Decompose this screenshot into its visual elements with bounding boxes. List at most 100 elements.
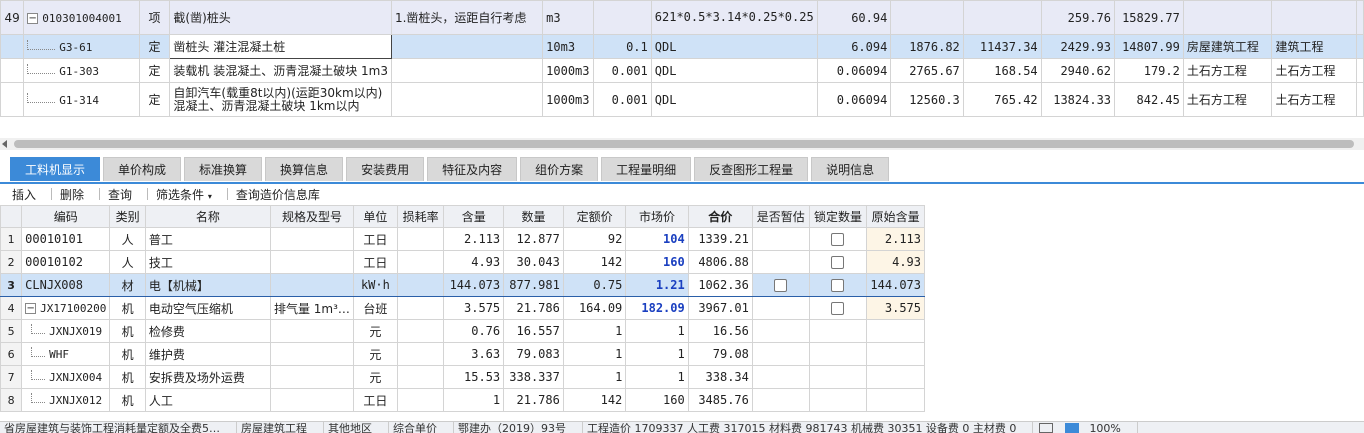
res-estimated (751, 273, 810, 297)
tab-pricing-plan[interactable]: 组价方案 (520, 157, 599, 181)
collapse-icon[interactable]: − (25, 303, 37, 314)
col-header-category[interactable]: 类别 (109, 205, 146, 228)
col-header-lock-qty[interactable]: 锁定数量 (808, 205, 868, 228)
collapse-icon[interactable]: − (27, 12, 39, 24)
table-row[interactable]: 1 00010101 人 普工 工日 2.113 12.877 92 104 1… (0, 227, 925, 251)
detail-tabs: 工料机显示 单价构成 标准换算 换算信息 安装费用 特征及内容 组价方案 工程量… (10, 157, 890, 181)
tab-features-content[interactable]: 特征及内容 (427, 157, 518, 181)
item-code: G3-61 (23, 34, 140, 59)
spacer (1355, 34, 1364, 59)
res-qty[interactable]: 79.083 (503, 342, 564, 366)
table-row[interactable]: 2 00010102 人 技工 工日 4.93 30.043 142 160 4… (0, 250, 925, 274)
res-market[interactable]: 182.09 (625, 296, 689, 320)
table-row[interactable]: 5 JXNJX019 机 检修费 元 0.76 16.557 1 1 16.56 (0, 319, 925, 343)
col-header-orig-content[interactable]: 原始含量 (866, 205, 925, 228)
tab-description[interactable]: 说明信息 (811, 157, 890, 181)
res-market[interactable]: 160 (625, 388, 689, 412)
list-row[interactable]: G1-314 定 自卸汽车(载重8t以内)(运距30km以内) 混凝土、沥青混凝… (0, 82, 1364, 117)
item-name-editor[interactable]: 凿桩头 灌注混凝土桩 (169, 34, 392, 59)
query-button[interactable]: 查询 (108, 186, 149, 203)
horizontal-scrollbar[interactable] (0, 138, 1364, 150)
res-content[interactable]: 0.76 (443, 319, 505, 343)
tab-conversion-info[interactable]: 换算信息 (265, 157, 344, 181)
res-market[interactable]: 1 (625, 365, 689, 389)
col-header-market-price[interactable]: 市场价 (625, 205, 689, 228)
col-header-quota-price[interactable]: 定额价 (562, 205, 627, 228)
scroll-thumb[interactable] (14, 140, 1354, 148)
price-db-button[interactable]: 查询造价信息库 (236, 186, 330, 203)
col-header-unit[interactable]: 单位 (352, 205, 398, 228)
view-mode-icon[interactable] (1039, 423, 1054, 433)
res-qty[interactable]: 30.043 (503, 250, 564, 274)
row-number: 6 (0, 342, 23, 366)
col-header-content[interactable]: 含量 (443, 205, 505, 228)
col-header-loss-rate[interactable]: 损耗率 (396, 205, 445, 228)
res-content[interactable]: 4.93 (443, 250, 505, 274)
col-header-spec[interactable]: 规格及型号 (269, 205, 354, 228)
lock-qty-checkbox[interactable] (831, 233, 845, 246)
row-number: 49 (0, 0, 25, 35)
tree-branch-icon (27, 92, 56, 103)
tab-graphic-quantity-lookup[interactable]: 反查图形工程量 (694, 157, 809, 181)
res-category: 机 (109, 342, 146, 366)
res-market[interactable]: 1.21 (625, 273, 689, 297)
res-content[interactable]: 3.575 (443, 296, 505, 320)
col-header-total[interactable]: 合价 (687, 205, 753, 228)
res-qty[interactable]: 21.786 (503, 388, 564, 412)
table-row[interactable]: 4 − JX17100200 机 电动空气压缩机 排气量 1m³… 台班 3.57… (0, 296, 925, 320)
res-content[interactable]: 2.113 (443, 227, 505, 251)
res-content[interactable]: 1 (443, 388, 505, 412)
list-row-parent[interactable]: 49 −010301004001 项 截(凿)桩头 1.凿桩头，运距自行考虑 m… (0, 0, 1364, 35)
estimated-checkbox[interactable] (774, 279, 788, 292)
item-list-grid[interactable]: 49 −010301004001 项 截(凿)桩头 1.凿桩头，运距自行考虑 m… (0, 0, 1364, 118)
table-row[interactable]: 7 JXNJX004 机 安拆费及场外运费 元 15.53 338.337 1 … (0, 365, 925, 389)
res-market[interactable]: 1 (625, 342, 689, 366)
spacer (1355, 82, 1364, 117)
res-qty[interactable]: 338.337 (503, 365, 564, 389)
col-header-quantity[interactable]: 数量 (503, 205, 564, 228)
res-unit: 工日 (352, 388, 398, 412)
item-name: 自卸汽车(载重8t以内)(运距30km以内) 混凝土、沥青混凝土破块 1km以内 (169, 82, 392, 117)
res-market[interactable]: 160 (625, 250, 689, 274)
col-header-name[interactable]: 名称 (144, 205, 271, 228)
res-loss (396, 388, 445, 412)
tab-installation-fees[interactable]: 安装费用 (346, 157, 425, 181)
list-row[interactable]: G1-303 定 装载机 装混凝土、沥青混凝土破块 1m3 1000m3 0.0… (0, 58, 1364, 83)
res-qty[interactable]: 12.877 (503, 227, 564, 251)
table-row[interactable]: 6 WHF 机 维护费 元 3.63 79.083 1 1 79.08 (0, 342, 925, 366)
res-qty[interactable]: 16.557 (503, 319, 564, 343)
scroll-left-icon[interactable] (2, 140, 7, 148)
status-zoom[interactable]: 100% (1085, 422, 1138, 433)
res-loss (396, 342, 445, 366)
res-unit: 元 (352, 342, 398, 366)
res-name: 普工 (144, 227, 271, 251)
insert-button[interactable]: 插入 (12, 186, 53, 203)
row-number: 2 (0, 250, 23, 274)
layout-icon[interactable] (1065, 423, 1080, 433)
item-unit: 1000m3 (542, 58, 594, 83)
lock-qty-checkbox[interactable] (831, 302, 845, 315)
col-header-code[interactable]: 编码 (21, 205, 111, 228)
delete-button[interactable]: 删除 (60, 186, 101, 203)
tab-unit-price-composition[interactable]: 单价构成 (103, 157, 182, 181)
tab-labor-material-machine[interactable]: 工料机显示 (10, 157, 101, 181)
list-row-selected[interactable]: G3-61 定 凿桩头 灌注混凝土桩 10m3 0.1 QDL 6.094 18… (0, 34, 1364, 59)
res-qty[interactable]: 877.981 (503, 273, 564, 297)
table-row[interactable]: 8 JXNJX012 机 人工 工日 1 21.786 142 160 3485… (0, 388, 925, 412)
col-header-estimated[interactable]: 是否暂估 (751, 205, 810, 228)
lock-qty-checkbox[interactable] (831, 279, 845, 292)
item-factor: 0.1 (592, 34, 652, 59)
res-content[interactable]: 3.63 (443, 342, 505, 366)
res-qty[interactable]: 21.786 (503, 296, 564, 320)
lock-qty-checkbox[interactable] (831, 256, 845, 269)
tab-quantity-details[interactable]: 工程量明细 (601, 157, 692, 181)
res-content[interactable]: 144.073 (443, 273, 505, 297)
tab-standard-conversion[interactable]: 标准换算 (184, 157, 263, 181)
res-market[interactable]: 104 (625, 227, 689, 251)
res-market[interactable]: 1 (625, 319, 689, 343)
filter-dropdown[interactable]: 筛选条件 ▾ (156, 186, 228, 203)
res-content[interactable]: 15.53 (443, 365, 505, 389)
resource-grid[interactable]: 编码 类别 名称 规格及型号 单位 损耗率 含量 数量 定额价 市场价 合价 是… (0, 205, 925, 415)
row-number (0, 58, 25, 83)
table-row-selected[interactable]: 3 CLNJX008 材 电【机械】 kW·h 144.073 877.981 … (0, 273, 925, 297)
